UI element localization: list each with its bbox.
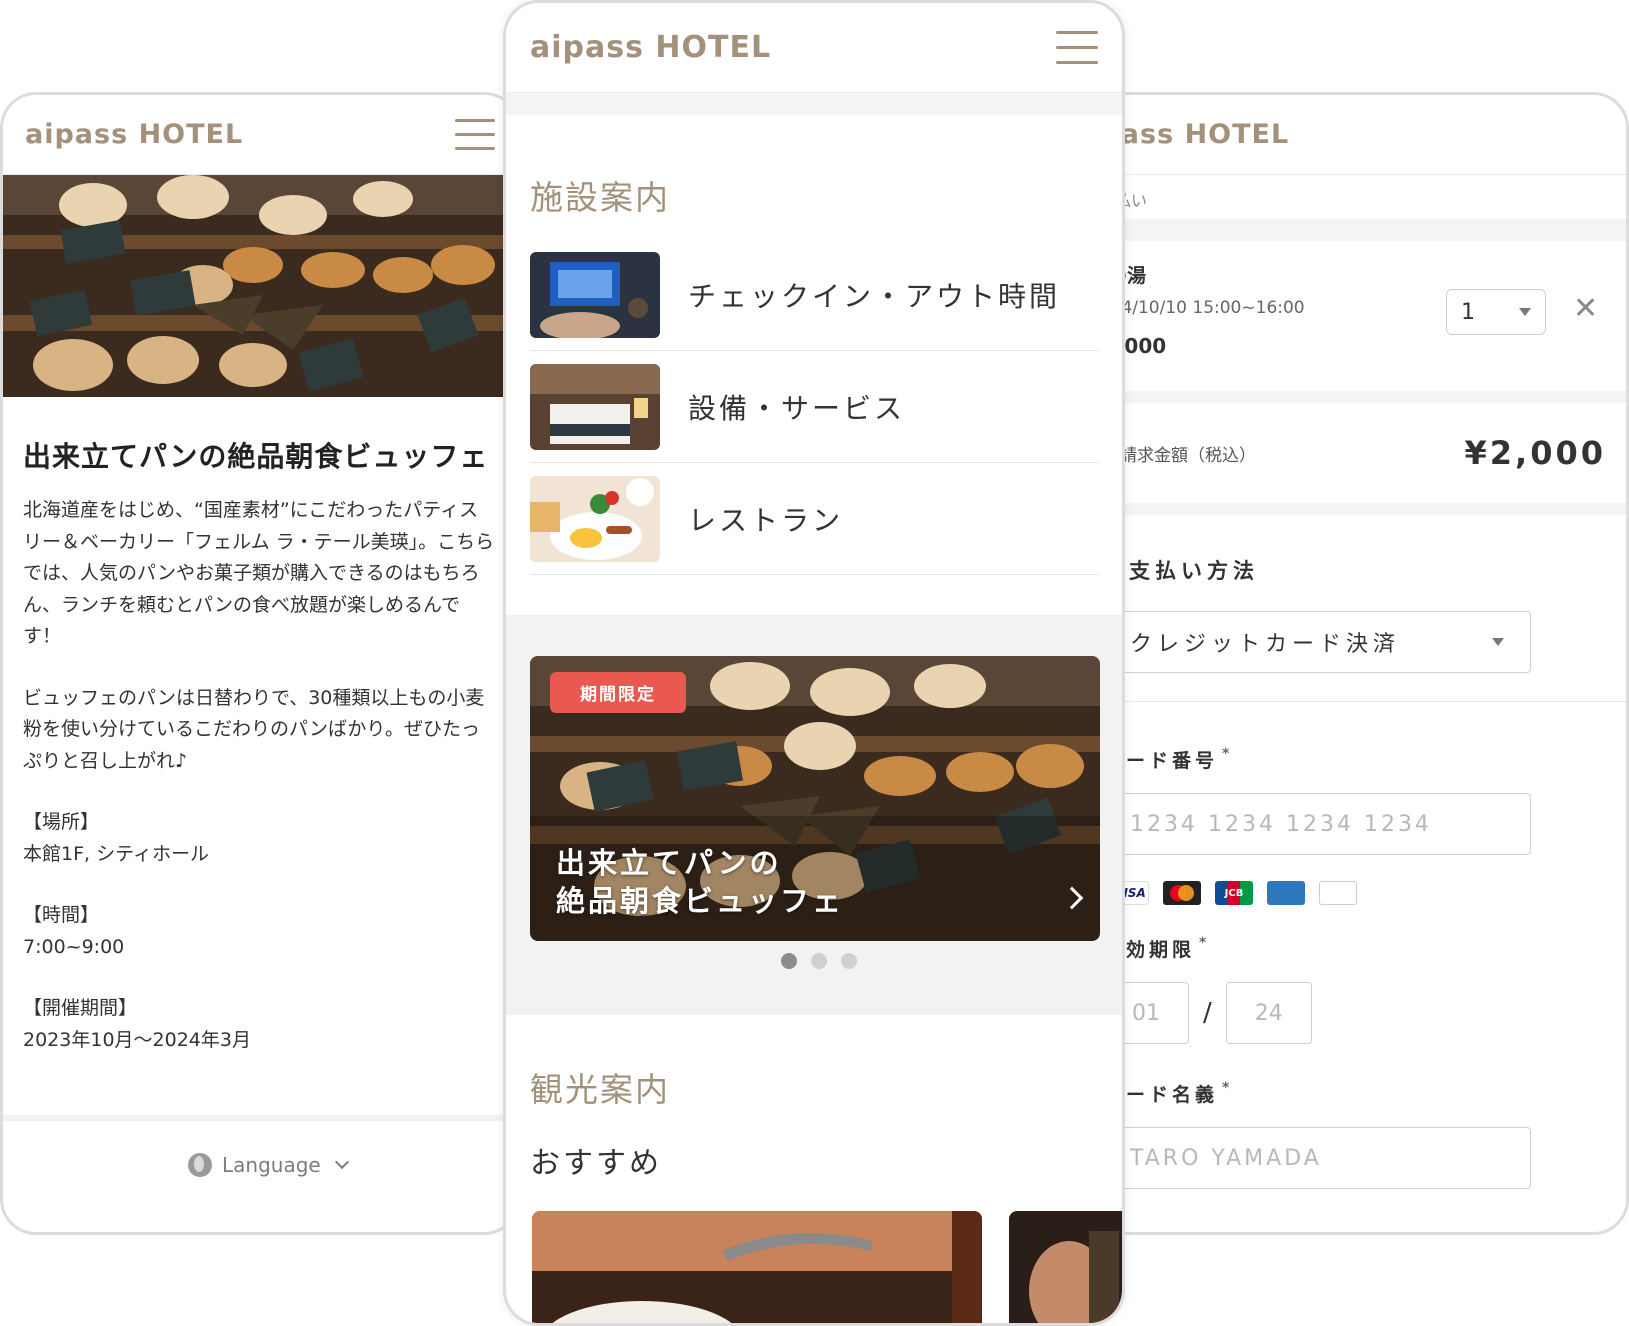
close-icon[interactable]: ✕: [1573, 291, 1598, 326]
time-label: 【時間】: [23, 904, 100, 926]
recommend-card-2[interactable]: [1009, 1211, 1122, 1323]
divider: [1083, 701, 1626, 702]
payment-screen: aipass HOTEL お支払い 季の湯 2024/10/10 15:00~1…: [1080, 92, 1629, 1235]
payment-method-select[interactable]: クレジットカード決済: [1103, 611, 1531, 673]
divider: [506, 93, 1122, 115]
app-header: aipass HOTEL: [3, 95, 517, 175]
mastercard-icon: [1163, 881, 1201, 905]
payment-method-value: クレジットカード決済: [1130, 632, 1401, 657]
quantity-select[interactable]: 1: [1446, 289, 1546, 335]
facility-item-restaurant[interactable]: レストラン: [530, 463, 1098, 575]
jcb-icon: JCB: [1215, 881, 1253, 905]
event-description-1: 北海道産をはじめ、“国産素材”にこだわったパティスリー＆ベーカリー「フェルム ラ…: [23, 499, 495, 647]
language-label: Language: [222, 1153, 321, 1177]
brand-logo[interactable]: aipass HOTEL: [530, 30, 771, 65]
carousel-dot[interactable]: [781, 953, 797, 969]
facility-list: チェックイン・アウト時間 設備・サービス レストラン: [506, 219, 1122, 575]
expiry-year-input[interactable]: 24: [1225, 982, 1312, 1044]
total-amount: ¥2,000: [1464, 434, 1606, 472]
caret-down-icon: [1519, 308, 1531, 316]
card-name-label: カード名義 *: [1103, 1080, 1604, 1107]
period-label: 【開催期間】: [23, 997, 138, 1019]
place-label: 【場所】: [23, 811, 100, 833]
checkin-kiosk-image: [530, 251, 660, 338]
breadcrumb: お支払い: [1083, 175, 1626, 219]
event-title: 出来立てパンの絶品朝食ビュッフェ: [23, 440, 489, 473]
bakery-hero-image: [3, 175, 517, 397]
expiry-label: 有効期限 *: [1103, 935, 1604, 962]
promo-banner[interactable]: 期間限定 出来立てパンの 絶品朝食ビュッフェ: [530, 656, 1100, 941]
carousel-dots: [781, 953, 857, 969]
caret-down-icon: [1492, 638, 1504, 646]
facility-label: 設備・サービス: [688, 391, 906, 425]
event-description-2: ビュッフェのパンは日替わりで、30種類以上もの小麦粉を使い分けているこだわりのパ…: [23, 686, 485, 772]
chevron-down-icon: [334, 1154, 349, 1170]
event-detail-screen: aipass HOTEL 出来立てパンの絶品朝食ビュッフェ 北海道産をはじめ、“…: [0, 92, 520, 1235]
app-showcase: aipass HOTEL 出来立てパンの絶品朝食ビュッフェ 北海道産をはじめ、“…: [0, 0, 1629, 1326]
period-value: 2023年10月～2024年3月: [23, 1028, 251, 1051]
app-header: aipass HOTEL: [506, 3, 1122, 93]
time-value: 7:00~9:00: [23, 935, 125, 958]
divider: [1083, 219, 1626, 241]
banner-caption: 出来立てパンの 絶品朝食ビュッフェ: [556, 846, 845, 918]
expiry-inputs: 01 / 24: [1103, 982, 1604, 1044]
divider: [3, 1115, 517, 1121]
facility-section-title: 施設案内: [530, 178, 670, 217]
payment-method-title: お支払い方法: [1103, 559, 1259, 583]
card-brand-list: VISA JCB: [1103, 881, 1604, 905]
facility-item-services[interactable]: 設備・サービス: [530, 351, 1098, 463]
recommend-card-coffee[interactable]: [532, 1211, 982, 1323]
expiry-separator: /: [1203, 998, 1212, 1028]
hotel-room-image: [530, 363, 660, 450]
home-screen: aipass HOTEL 施設案内 チェックイン・アウト時間 設備・サービス レ…: [503, 0, 1125, 1326]
order-item-price: ¥2,000: [1089, 334, 1167, 358]
required-mark: *: [1199, 935, 1211, 951]
language-selector[interactable]: Language: [188, 1153, 349, 1177]
menu-icon[interactable]: [1056, 31, 1098, 64]
facility-item-checkin[interactable]: チェックイン・アウト時間: [530, 239, 1098, 351]
payment-form: お支払い方法 クレジットカード決済 カード番号 * 1234 1234 1234 …: [1083, 515, 1626, 1189]
card-number-label: カード番号 *: [1103, 746, 1604, 773]
sightseeing-section-title: 観光案内: [530, 1070, 670, 1109]
diners-icon: [1319, 881, 1357, 905]
limited-badge: 期間限定: [550, 672, 686, 713]
carousel-dot[interactable]: [811, 953, 827, 969]
facility-label: チェックイン・アウト時間: [688, 279, 1061, 313]
order-item-name: 季の湯: [1089, 261, 1626, 288]
required-mark: *: [1222, 746, 1234, 762]
card-name-input[interactable]: TARO YAMADA: [1103, 1127, 1531, 1189]
brand-logo[interactable]: aipass HOTEL: [25, 119, 243, 150]
app-header: aipass HOTEL: [1083, 95, 1626, 175]
recommend-heading: おすすめ: [530, 1146, 662, 1181]
carousel-dot[interactable]: [841, 953, 857, 969]
facility-label: レストラン: [688, 503, 844, 537]
card-number-input[interactable]: 1234 1234 1234 1234: [1103, 793, 1531, 855]
place-value: 本館1F, シティホール: [23, 842, 209, 865]
quantity-value: 1: [1461, 299, 1475, 325]
globe-icon: [188, 1153, 212, 1177]
total-label: ご請求金額（税込）: [1103, 445, 1256, 466]
menu-icon[interactable]: [455, 119, 495, 150]
required-mark: *: [1222, 1080, 1234, 1096]
amex-icon: [1267, 881, 1305, 905]
total-row: ご請求金額（税込） ¥2,000: [1083, 391, 1626, 515]
breakfast-image: [530, 475, 660, 562]
